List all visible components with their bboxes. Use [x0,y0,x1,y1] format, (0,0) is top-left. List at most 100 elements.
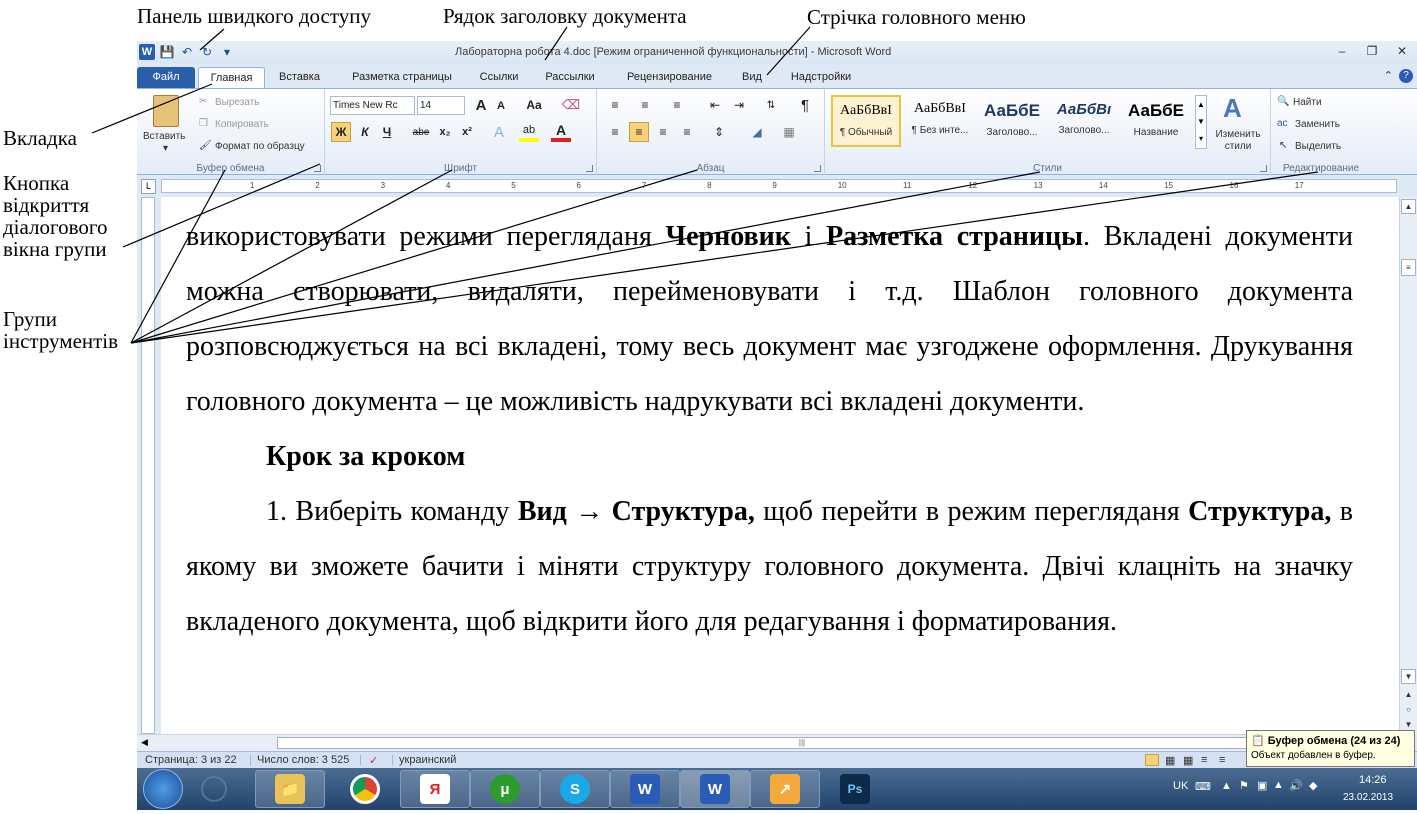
align-right-icon[interactable]: ≡ [653,122,673,142]
clipboard-dialog-launcher-icon[interactable] [314,165,321,172]
format-painter-button[interactable]: Формат по образцу [215,141,305,152]
font-color-icon[interactable]: A [551,122,571,142]
italic-button[interactable]: К [355,122,375,142]
shading-icon[interactable]: ◢ [747,122,767,142]
justify-icon[interactable]: ≡ [677,122,697,142]
taskbar-yandex[interactable]: Я [400,770,470,808]
align-left-icon[interactable]: ≡ [605,122,625,142]
borders-icon[interactable]: ▦ [779,122,799,142]
style-item[interactable]: АаБбЕ Название [1121,95,1191,147]
clock-date[interactable]: 23.02.2013 [1343,792,1393,803]
word-app-icon[interactable]: W [139,44,155,60]
taskbar-word-active[interactable]: W [680,770,750,808]
device-icon[interactable]: ▣ [1257,779,1267,792]
paste-button[interactable]: Вставить [143,131,185,142]
taskbar-explorer[interactable]: 📁 [255,770,325,808]
minimize-icon[interactable]: – [1327,41,1357,61]
select-button[interactable]: Выделить [1295,141,1341,152]
bold-button[interactable]: Ж [331,122,351,142]
tab-review[interactable]: Рецензирование [617,67,722,88]
prev-page-icon[interactable]: ▲ [1401,687,1416,702]
scroll-up-icon[interactable]: ▲ [1401,199,1416,214]
spellcheck-icon[interactable]: ✓ [369,754,378,767]
clear-formatting-icon[interactable]: ⌫ [561,95,581,115]
paragraph[interactable]: використовувати режими перегляданя Черно… [186,209,1353,429]
print-layout-icon[interactable] [1145,754,1159,766]
status-words[interactable]: Число слов: 3 525 [257,754,349,766]
scroll-left-icon[interactable]: ◀ [141,737,148,748]
section-heading[interactable]: Крок за кроком [186,429,1353,484]
tray-expand-icon[interactable]: ▲ [1221,780,1232,792]
horizontal-scrollbar[interactable]: ◀ ||| [137,734,1399,751]
clipboard-notification[interactable]: 📋 Буфер обмена (24 из 24) Объект добавле… [1246,730,1415,767]
tab-addins[interactable]: Надстройки [785,67,857,88]
tab-references[interactable]: Ссылки [473,67,525,88]
paragraph-dialog-launcher-icon[interactable] [814,165,821,172]
vertical-scrollbar[interactable]: ▲ ≡ ▼ ▲ ○ ▼ [1399,197,1417,734]
full-screen-view-icon[interactable]: ▦ [1165,754,1175,767]
scroll-thumb[interactable]: ≡ [1401,259,1416,276]
grow-font-icon[interactable]: A [471,95,491,115]
document-page[interactable]: використовувати режими перегляданя Черно… [161,197,1399,734]
superscript-button[interactable]: x² [457,122,477,142]
subscript-button[interactable]: x₂ [435,122,455,142]
change-styles-icon[interactable]: A [1223,93,1242,124]
language-indicator[interactable]: UK [1173,780,1188,792]
horizontal-scroll-thumb[interactable]: ||| [277,737,1327,749]
tab-home[interactable]: Главная [198,67,265,88]
redo-icon[interactable]: ↻ [199,44,215,60]
close-icon[interactable]: ✕ [1387,41,1417,61]
decrease-indent-icon[interactable]: ⇤ [705,95,725,115]
tab-selector[interactable]: L [141,179,156,194]
strikethrough-button[interactable]: abe [409,122,433,142]
help-icon[interactable]: ? [1399,69,1413,83]
taskbar-skype[interactable]: S [540,770,610,808]
document-body[interactable]: використовувати режими перегляданя Черно… [186,209,1353,649]
clock-time[interactable]: 14:26 [1359,774,1387,786]
taskbar-photoshop[interactable]: Ps [820,770,890,808]
browse-object-icon[interactable]: ○ [1401,702,1416,717]
font-name-combo[interactable]: Times New Rc [330,96,415,115]
tab-view[interactable]: Вид [735,67,769,88]
tab-page-layout[interactable]: Разметка страницы [342,67,462,88]
paste-icon[interactable] [153,95,179,127]
tab-insert[interactable]: Вставка [272,67,327,88]
status-page[interactable]: Страница: 3 из 22 [145,754,237,766]
taskbar-app[interactable]: ↗ [750,770,820,808]
keyboard-icon[interactable]: ⌨ [1195,780,1211,793]
start-button[interactable] [143,769,183,809]
multilevel-list-icon[interactable]: ≡ [667,95,687,115]
taskbar-chrome[interactable] [330,770,400,808]
styles-gallery-scroll[interactable]: ▲ ▼ ▾ [1195,95,1207,149]
sort-icon[interactable]: ⇅ [761,95,781,115]
bullets-icon[interactable]: ≡ [605,95,625,115]
ruler-bar[interactable]: 1 2 3 4 5 6 7 8 9 10 11 12 13 14 15 16 17 [161,179,1397,193]
undo-icon[interactable]: ↶ [179,44,195,60]
minimize-ribbon-icon[interactable]: ⌃ [1384,69,1393,83]
replace-button[interactable]: Заменить [1295,119,1340,130]
style-item[interactable]: АаБбВвI ¶ Обычный [831,95,901,147]
font-dialog-launcher-icon[interactable] [586,165,593,172]
change-styles-button[interactable]: Изменить стили [1211,129,1265,153]
highlight-icon[interactable]: ab [519,122,539,142]
cut-button[interactable]: Вырезать [215,97,259,108]
line-spacing-icon[interactable]: ⇕ [709,122,729,142]
scroll-down-icon[interactable]: ▼ [1401,669,1416,684]
draft-view-icon[interactable]: ≡ [1219,754,1225,766]
numbering-icon[interactable]: ≡ [635,95,655,115]
tab-file[interactable]: Файл [137,67,195,88]
style-item[interactable]: АаБбВвI ¶ Без инте... [905,95,975,147]
customize-qat-icon[interactable]: ▾ [219,44,235,60]
taskbar-word[interactable]: W [610,770,680,808]
flag-icon[interactable]: ⚑ [1239,779,1249,792]
shrink-font-icon[interactable]: A [491,96,511,116]
font-size-combo[interactable]: 14 [417,96,465,115]
tray-app-icon[interactable]: ◆ [1309,779,1317,792]
restore-icon[interactable]: ❐ [1357,41,1387,61]
volume-icon[interactable]: 🔊 [1289,779,1303,792]
paste-dropdown-icon[interactable]: ▾ [163,143,168,154]
status-language[interactable]: украинский [399,754,456,766]
text-effects-icon[interactable]: A [489,122,509,142]
find-button[interactable]: Найти [1293,97,1322,108]
style-item[interactable]: АаБбВı Заголово... [1049,95,1119,147]
